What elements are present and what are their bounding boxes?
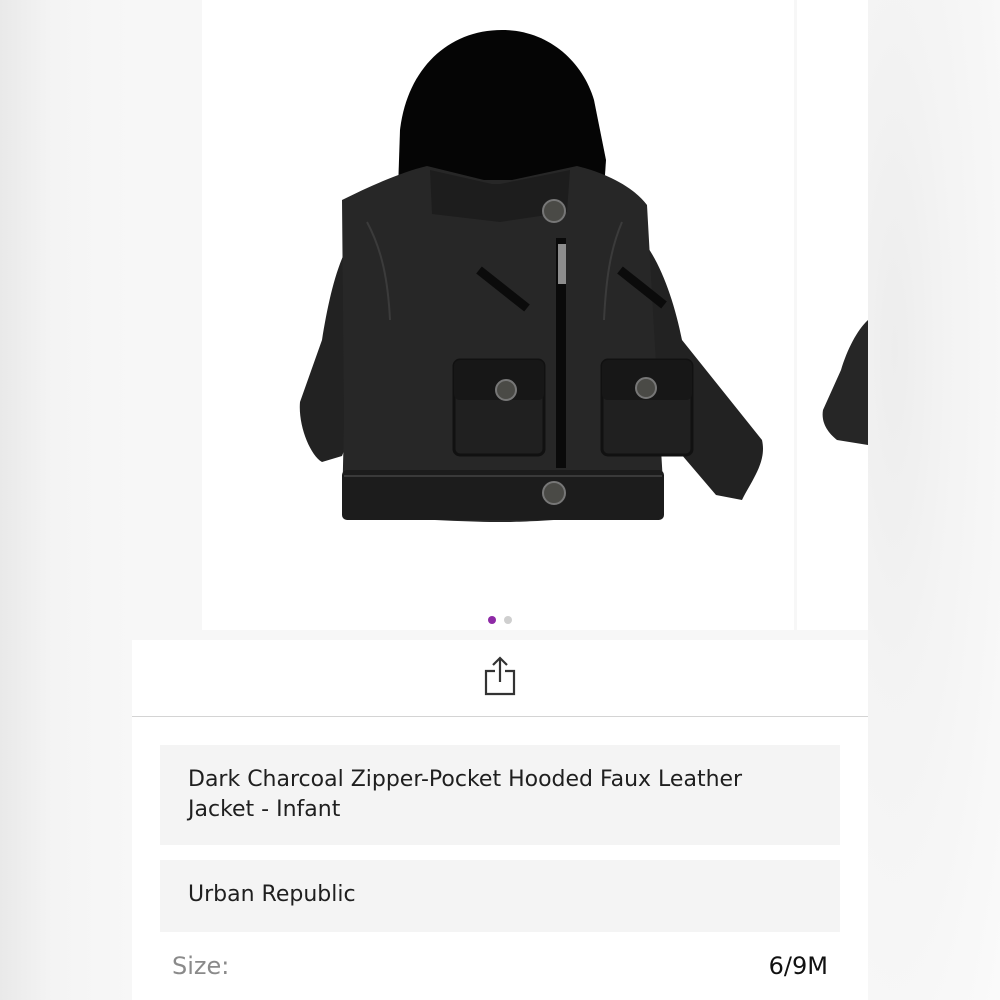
share-button[interactable] bbox=[482, 654, 518, 698]
image-gallery[interactable] bbox=[132, 0, 868, 640]
pagination-dot[interactable] bbox=[504, 616, 512, 624]
background-blur-right bbox=[868, 0, 1000, 1000]
product-screen: Dark Charcoal Zipper-Pocket Hooded Faux … bbox=[132, 0, 868, 1000]
pagination-dot-active[interactable] bbox=[488, 616, 496, 624]
product-title: Dark Charcoal Zipper-Pocket Hooded Faux … bbox=[188, 767, 743, 822]
background-blur-left bbox=[0, 0, 132, 1000]
gallery-slide-1[interactable] bbox=[202, 0, 794, 630]
jacket-photo-peek bbox=[822, 320, 868, 445]
gallery-slide-2-peek[interactable] bbox=[797, 0, 868, 630]
size-label: Size: bbox=[172, 952, 230, 980]
brand-card[interactable]: Urban Republic bbox=[160, 860, 840, 932]
product-title-card: Dark Charcoal Zipper-Pocket Hooded Faux … bbox=[160, 745, 840, 845]
size-row: Size: 6/9M bbox=[172, 948, 828, 984]
share-icon bbox=[484, 656, 516, 696]
brand-name[interactable]: Urban Republic bbox=[188, 882, 356, 907]
size-value: 6/9M bbox=[768, 952, 828, 980]
jacket-photo bbox=[299, 30, 763, 522]
gallery-pagination bbox=[132, 616, 868, 626]
share-bar bbox=[132, 640, 868, 717]
